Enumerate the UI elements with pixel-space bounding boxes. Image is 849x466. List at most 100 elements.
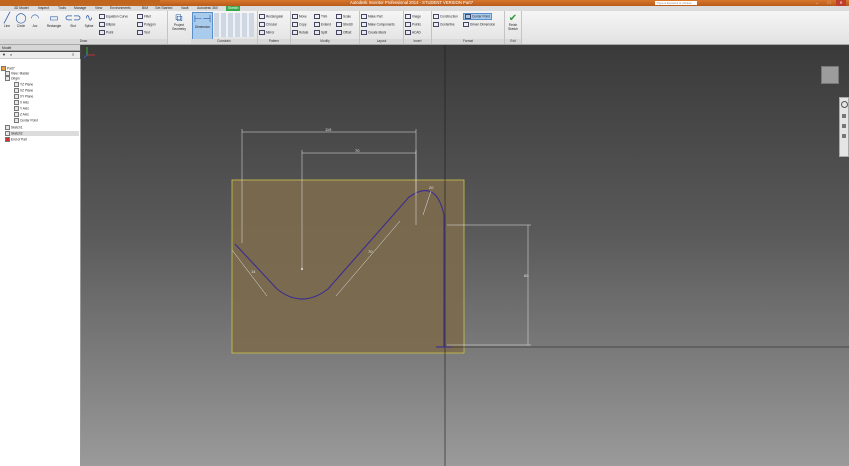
circle-button[interactable]: ◯ Circle <box>14 12 28 29</box>
model-browser-tab[interactable]: Model <box>0 45 80 51</box>
tree-item-xz-plane[interactable]: XZ Plane <box>14 88 33 93</box>
text-icon <box>137 30 143 35</box>
point-label: Point <box>106 30 114 35</box>
make-components-button[interactable]: Make Components <box>361 22 395 27</box>
sketch-canvas[interactable]: 119 70 20 14 70 60 <box>81 45 849 466</box>
extend-button[interactable]: Extend <box>314 22 331 27</box>
tree-item-z-axis[interactable]: Z Axis <box>14 112 29 117</box>
mirror-button[interactable]: Mirror <box>259 30 274 35</box>
search-icon[interactable]: ⌕ <box>10 52 12 58</box>
tree-item-label: Part7 <box>7 66 15 71</box>
image-button[interactable]: Image <box>405 14 421 19</box>
stretch-icon <box>336 22 342 27</box>
exit-panel: ✔ Finish Sketch Exit <box>505 11 522 44</box>
dimension-overall-width-value[interactable]: 119 <box>325 127 332 132</box>
rectangle-label: Rectangle <box>46 24 62 28</box>
ellipse-button[interactable]: Ellipse <box>99 22 115 27</box>
dimension-radius-value[interactable]: 20 <box>429 185 434 190</box>
rotate-button[interactable]: Rotate <box>292 30 308 35</box>
trim-button[interactable]: Trim <box>314 14 327 19</box>
tree-item-xy-plane[interactable]: XY Plane <box>14 94 33 99</box>
line-button[interactable]: ╱ Line <box>0 12 14 29</box>
tree-item-center-point[interactable]: Center Point <box>14 118 38 123</box>
dimension-height-value[interactable]: 60 <box>524 273 529 278</box>
circular-pattern-button[interactable]: Circular <box>259 22 277 27</box>
offset-button[interactable]: Offset <box>336 30 351 35</box>
dimension-inner-width-value[interactable]: 70 <box>355 148 360 153</box>
construction-button[interactable]: Construction <box>433 14 458 19</box>
finish-sketch-button[interactable]: ✔ Finish Sketch <box>506 12 520 31</box>
pan-icon[interactable] <box>842 114 846 118</box>
rectangular-pattern-button[interactable]: Rectangular <box>259 14 283 19</box>
create-block-button[interactable]: Create Block <box>361 30 386 35</box>
rotate-label: Rotate <box>299 30 309 35</box>
equation-curve-button[interactable]: Equation Curve <box>99 14 128 19</box>
tree-item-label: Sketch2 <box>11 131 23 136</box>
polygon-icon <box>137 22 143 27</box>
stretch-label: Stretch <box>343 22 354 27</box>
centerline-button[interactable]: Centerline <box>433 22 455 27</box>
line-icon: ╱ <box>3 12 11 24</box>
arc-button[interactable]: ◠ Arc <box>28 12 42 29</box>
dimension-icon: ⊢⊣ <box>193 13 212 25</box>
navigation-bar[interactable] <box>839 97 849 157</box>
end-of-part-icon <box>5 137 10 142</box>
extend-label: Extend <box>321 22 331 27</box>
split-button[interactable]: Split <box>314 30 327 35</box>
tree-item-end-of-part[interactable]: End of Part <box>5 137 27 142</box>
dimension-slant-value[interactable]: 70 <box>368 249 373 254</box>
browser-menu-icon[interactable]: ≡ <box>72 52 74 58</box>
zoom-icon[interactable] <box>842 124 846 128</box>
graphics-window[interactable]: 119 70 20 14 70 60 <box>81 45 849 466</box>
insert-panel: Image Points ACAD Insert <box>404 11 432 44</box>
tree-item-label: Z Axis <box>20 112 29 117</box>
ribbon: ╱ Line ◯ Circle ◠ Arc ▭ Rectangle ⊂⊃ Slot ∿ Sp… <box>0 11 849 45</box>
constraint-icons-grid[interactable] <box>214 13 254 37</box>
driven-dimension-label: Driven Dimension <box>470 22 496 27</box>
pattern-panel-label: Pattern <box>258 39 290 44</box>
dimension-left-edge-value[interactable]: 14 <box>251 269 256 274</box>
steering-wheel-icon[interactable] <box>840 101 848 108</box>
circle-icon: ◯ <box>15 12 27 24</box>
tree-item-y-axis[interactable]: Y Axis <box>14 106 29 111</box>
make-part-button[interactable]: Make Part <box>361 14 383 19</box>
orbit-icon[interactable] <box>842 134 846 138</box>
polygon-button[interactable]: Polygon <box>137 22 156 27</box>
point-button[interactable]: Point <box>99 30 113 35</box>
spline-button[interactable]: ∿ Spline <box>82 12 96 29</box>
tree-item-sketch1[interactable]: Sketch1 <box>5 125 23 130</box>
format-panel-label: Format <box>432 39 504 44</box>
browser-toolbar: ▼ ⌕ ≡ <box>0 52 80 59</box>
points-button[interactable]: Points <box>405 22 421 27</box>
constrain-panel-label: Constrain <box>191 39 257 44</box>
scale-button[interactable]: Scale <box>336 14 351 19</box>
tree-item-x-axis[interactable]: X Axis <box>14 100 29 105</box>
dimension-button[interactable]: ⊢⊣ Dimension <box>192 12 213 40</box>
rectangle-button[interactable]: ▭ Rectangle <box>44 12 64 29</box>
acad-button[interactable]: ACAD <box>405 30 421 35</box>
copy-button[interactable]: Copy <box>292 22 306 27</box>
centerline-icon <box>433 22 439 27</box>
create-block-icon <box>361 30 367 35</box>
fillet-button[interactable]: Fillet <box>137 14 151 19</box>
mirror-label: Mirror <box>266 30 275 35</box>
split-icon <box>314 30 320 35</box>
tree-item-origin[interactable]: Origin <box>5 76 20 81</box>
slot-button[interactable]: ⊂⊃ Slot <box>65 12 82 29</box>
scale-icon <box>336 14 342 19</box>
help-search-input[interactable]: Type a keyword or phrase <box>655 1 697 5</box>
project-geometry-button[interactable]: ⧉ Project Geometry <box>168 12 190 31</box>
move-button[interactable]: Move <box>292 14 307 19</box>
center-point-button[interactable]: Center Point <box>463 13 492 20</box>
tree-item-yz-plane[interactable]: YZ Plane <box>14 82 33 87</box>
layout-panel: Make Part Make Components Create Block L… <box>360 11 404 44</box>
sketch-center-point[interactable] <box>301 268 303 270</box>
filter-icon[interactable]: ▼ <box>2 52 6 58</box>
tree-item-sketch2[interactable]: Sketch2 <box>5 131 79 136</box>
make-components-label: Make Components <box>368 22 395 27</box>
text-label: Text <box>144 30 150 35</box>
stretch-button[interactable]: Stretch <box>336 22 353 27</box>
driven-dimension-button[interactable]: Driven Dimension <box>463 22 495 27</box>
viewcube[interactable] <box>821 66 839 84</box>
text-button[interactable]: Text <box>137 30 150 35</box>
